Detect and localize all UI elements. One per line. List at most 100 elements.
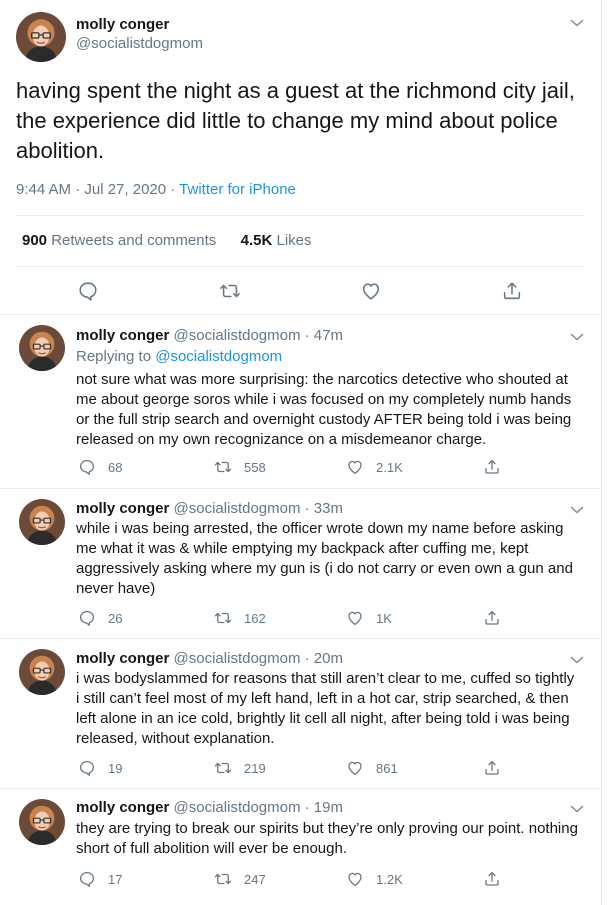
- share-icon: [483, 458, 501, 476]
- reply-count: 68: [108, 459, 123, 475]
- reply-tweet[interactable]: molly conger @socialistdogmom · 20m i wa…: [0, 639, 602, 789]
- like-icon[interactable]: [360, 280, 382, 302]
- chevron-down-icon[interactable]: [570, 505, 584, 515]
- tweet-timestamp[interactable]: 9:44 AM · Jul 27, 2020 ·: [16, 181, 179, 198]
- avatar[interactable]: [19, 649, 65, 695]
- retweet-button[interactable]: 247: [214, 870, 266, 888]
- reply-button[interactable]: 19: [78, 759, 122, 777]
- like-button[interactable]: 861: [346, 759, 398, 777]
- retweet-count: 162: [244, 610, 266, 626]
- avatar[interactable]: [16, 12, 66, 62]
- tweet-text: not sure what was more surprising: the n…: [76, 371, 572, 448]
- tweet-age[interactable]: · 20m: [300, 650, 343, 667]
- reply-header: molly conger @socialistdogmom · 47m: [76, 326, 343, 346]
- retweets-stat[interactable]: 900 Retweets and comments: [22, 232, 216, 249]
- tweet-text: having spent the night as a guest at the…: [16, 78, 575, 163]
- like-count: 861: [376, 760, 398, 776]
- reply-tweet[interactable]: molly conger @socialistdogmom · 19m they…: [0, 789, 602, 905]
- like-icon: [346, 870, 364, 888]
- share-icon[interactable]: [501, 280, 523, 302]
- tweet-meta: 9:44 AM · Jul 27, 2020 · Twitter for iPh…: [16, 181, 296, 198]
- reply-tweet[interactable]: molly conger @socialistdogmom · 33m whil…: [0, 489, 602, 639]
- retweet-count: 219: [244, 760, 266, 776]
- avatar[interactable]: [19, 799, 65, 845]
- author-name[interactable]: molly conger: [76, 16, 203, 34]
- reply-header: molly conger @socialistdogmom · 19m: [76, 798, 343, 818]
- author-name[interactable]: molly conger: [76, 799, 169, 816]
- share-icon: [483, 759, 501, 777]
- divider: [16, 266, 585, 267]
- author-handle[interactable]: @socialistdogmom: [174, 650, 301, 667]
- share-button[interactable]: [483, 759, 513, 777]
- like-count: 1.2K: [376, 871, 403, 887]
- reply-icon: [78, 609, 96, 627]
- author-name[interactable]: molly conger: [76, 327, 169, 344]
- reply-header: molly conger @socialistdogmom · 20m: [76, 649, 343, 669]
- replying-handle[interactable]: @socialistdogmom: [155, 348, 282, 365]
- retweet-icon: [214, 458, 232, 476]
- divider: [16, 215, 585, 216]
- retweet-icon: [214, 870, 232, 888]
- chevron-down-icon[interactable]: [570, 18, 584, 28]
- retweet-icon: [214, 609, 232, 627]
- replying-label: Replying to: [76, 348, 156, 365]
- like-button[interactable]: 2.1K: [346, 458, 403, 476]
- reply-count: 26: [108, 610, 123, 626]
- reply-icon: [78, 870, 96, 888]
- share-button[interactable]: [483, 609, 513, 627]
- author-block[interactable]: molly conger @socialistdogmom: [76, 16, 203, 54]
- retweet-button[interactable]: 162: [214, 609, 266, 627]
- tweet-age[interactable]: · 47m: [300, 327, 343, 344]
- tweet-text: while i was being arrested, the officer …: [76, 520, 573, 597]
- reply-tweet[interactable]: molly conger @socialistdogmom · 47m Repl…: [0, 314, 602, 489]
- retweet-icon: [214, 759, 232, 777]
- retweet-icon[interactable]: [219, 280, 241, 302]
- author-handle[interactable]: @socialistdogmom: [174, 799, 301, 816]
- chevron-down-icon[interactable]: [570, 804, 584, 814]
- retweet-count: 558: [244, 459, 266, 475]
- share-button[interactable]: [483, 458, 513, 476]
- likes-label: Likes: [272, 232, 312, 249]
- reply-button[interactable]: 26: [78, 609, 122, 627]
- reply-icon: [78, 759, 96, 777]
- retweet-button[interactable]: 558: [214, 458, 266, 476]
- replying-to: Replying to @socialistdogmom: [76, 347, 282, 367]
- retweets-count: 900: [22, 232, 48, 249]
- like-button[interactable]: 1.2K: [346, 870, 403, 888]
- avatar[interactable]: [19, 499, 65, 545]
- tweet-age[interactable]: · 19m: [300, 799, 343, 816]
- reply-icon: [78, 458, 96, 476]
- like-button[interactable]: 1K: [346, 609, 392, 627]
- author-name[interactable]: molly conger: [76, 500, 169, 517]
- tweet-text: they are trying to break our spirits but…: [76, 820, 578, 857]
- likes-stat[interactable]: 4.5K Likes: [241, 232, 312, 249]
- reply-button[interactable]: 68: [78, 458, 122, 476]
- reply-header: molly conger @socialistdogmom · 33m: [76, 499, 343, 519]
- reply-count: 19: [108, 760, 123, 776]
- tweet-text: i was bodyslammed for reasons that still…: [76, 670, 575, 747]
- like-count: 1K: [376, 610, 392, 626]
- retweet-count: 247: [244, 871, 266, 887]
- retweets-label: Retweets and comments: [47, 232, 217, 249]
- reply-icon[interactable]: [77, 280, 99, 302]
- tweet-source[interactable]: Twitter for iPhone: [179, 181, 296, 198]
- chevron-down-icon[interactable]: [570, 332, 584, 342]
- tweet-age[interactable]: · 33m: [300, 500, 343, 517]
- reply-count: 17: [108, 871, 123, 887]
- like-icon: [346, 759, 364, 777]
- like-icon: [346, 609, 364, 627]
- tweet-stats: 900 Retweets and comments 4.5K Likes: [22, 232, 312, 249]
- tweet-thread: molly conger @socialistdogmom having spe…: [0, 0, 602, 905]
- chevron-down-icon[interactable]: [570, 655, 584, 665]
- retweet-button[interactable]: 219: [214, 759, 266, 777]
- share-icon: [483, 609, 501, 627]
- share-button[interactable]: [483, 870, 513, 888]
- likes-count: 4.5K: [240, 232, 273, 249]
- like-count: 2.1K: [376, 459, 403, 475]
- author-name[interactable]: molly conger: [76, 650, 169, 667]
- author-handle[interactable]: @socialistdogmom: [174, 327, 301, 344]
- avatar[interactable]: [19, 325, 65, 371]
- reply-button[interactable]: 17: [78, 870, 122, 888]
- author-handle[interactable]: @socialistdogmom: [174, 500, 301, 517]
- author-handle[interactable]: @socialistdogmom: [76, 34, 203, 54]
